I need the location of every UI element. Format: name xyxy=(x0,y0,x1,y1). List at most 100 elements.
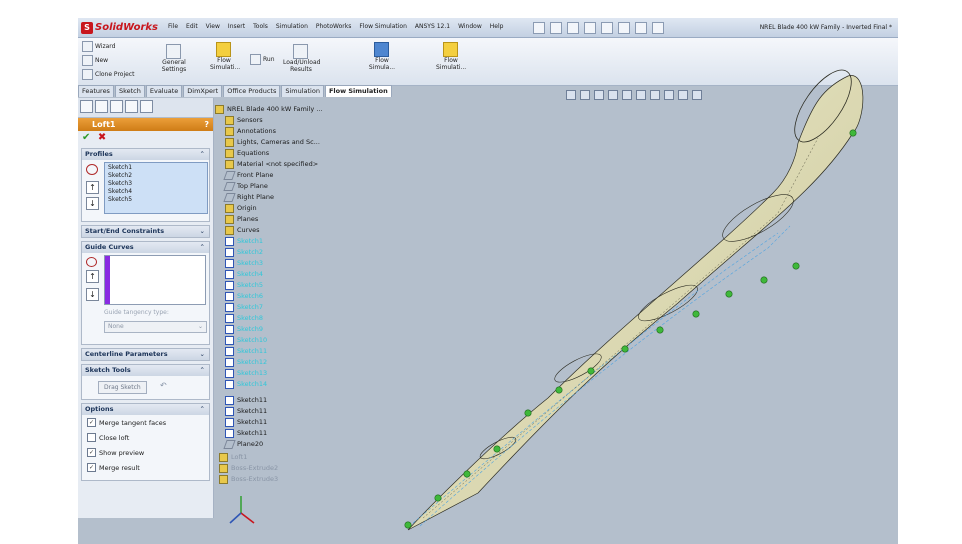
sketch-tools-header[interactable]: Sketch Tools ⌃ xyxy=(82,365,209,376)
tree-sketch[interactable]: Sketch1 xyxy=(225,236,263,246)
display-style-icon[interactable] xyxy=(636,90,646,100)
tree-sketch[interactable]: Sketch5 xyxy=(225,280,263,290)
section-view-icon[interactable] xyxy=(608,90,618,100)
undo-drag-icon[interactable]: ↶ xyxy=(160,381,167,390)
collapse-icon[interactable]: ⌃ xyxy=(200,365,205,376)
move-down-button[interactable]: ↓ xyxy=(86,197,99,210)
tree-feature[interactable]: Boss-Extrude2 xyxy=(219,463,278,473)
cancel-icon[interactable]: ✖ xyxy=(98,132,106,143)
expand-icon[interactable]: ⌄ xyxy=(200,226,205,237)
tree-label: Boss-Extrude3 xyxy=(231,475,279,483)
feature-title: Loft1 xyxy=(92,120,116,129)
expand-icon[interactable]: ⌄ xyxy=(200,349,205,360)
tree-sketch[interactable]: Sketch10 xyxy=(225,335,267,345)
collapse-icon[interactable]: ⌃ xyxy=(200,404,205,415)
tree-sketch[interactable]: Sketch3 xyxy=(225,258,263,268)
scene-icon[interactable] xyxy=(678,90,688,100)
tree-sketch[interactable]: Sketch11 xyxy=(225,417,267,427)
list-item[interactable]: Sketch5 xyxy=(108,196,204,204)
tree-item[interactable]: Curves xyxy=(225,225,260,235)
tree-label: Sketch12 xyxy=(237,358,268,366)
tree-item[interactable]: Sensors xyxy=(225,115,263,125)
plane-icon xyxy=(223,181,236,191)
tree-item[interactable]: Top Plane xyxy=(223,181,268,191)
centerline-header[interactable]: Centerline Parameters ⌄ xyxy=(82,349,209,360)
tree-item[interactable]: Right Plane xyxy=(223,192,274,202)
start-end-header[interactable]: Start/End Constraints ⌄ xyxy=(82,226,209,237)
guide-curves-header[interactable]: Guide Curves ⌃ xyxy=(82,242,209,253)
list-item[interactable]: Sketch2 xyxy=(108,172,204,180)
tree-label: Sketch9 xyxy=(237,325,264,333)
tree-sketch[interactable]: Sketch6 xyxy=(225,291,263,301)
tree-label: Front Plane xyxy=(237,171,274,179)
tree-sketch[interactable]: Sketch2 xyxy=(225,247,263,257)
guide-curves-list[interactable] xyxy=(104,255,206,305)
tree-item[interactable]: Lights, Cameras and Sc... xyxy=(225,137,320,147)
ok-icon[interactable]: ✔ xyxy=(82,132,90,143)
list-item[interactable]: Sketch4 xyxy=(108,188,204,196)
view-orientation-icon[interactable] xyxy=(622,90,632,100)
guide-tangency-label: Guide tangency type: xyxy=(104,309,169,316)
hide-show-icon[interactable] xyxy=(650,90,660,100)
tree-item[interactable]: Front Plane xyxy=(223,170,274,180)
merge-result-checkbox[interactable]: ✓ Merge result xyxy=(87,463,140,472)
move-down-button[interactable]: ↓ xyxy=(86,288,99,301)
list-item[interactable]: Sketch3 xyxy=(108,180,204,188)
options-header[interactable]: Options ⌃ xyxy=(82,404,209,415)
tree-item[interactable]: Planes xyxy=(225,214,258,224)
guide-point xyxy=(555,386,563,394)
tree-item[interactable]: Material <not specified> xyxy=(225,159,318,169)
tree-sketch[interactable]: Sketch11 xyxy=(225,395,267,405)
list-item[interactable]: Sketch1 xyxy=(108,164,204,172)
tree-sketch[interactable]: Sketch9 xyxy=(225,324,263,334)
collapse-icon[interactable]: ⌃ xyxy=(200,242,205,253)
profiles-list[interactable]: Sketch1 Sketch2 Sketch3 Sketch4 Sketch5 xyxy=(104,162,208,214)
tree-sketch[interactable]: Sketch7 xyxy=(225,302,263,312)
collapse-icon[interactable]: ⌃ xyxy=(200,149,205,160)
move-up-button[interactable]: ↑ xyxy=(86,181,99,194)
show-preview-checkbox[interactable]: ✓ Show preview xyxy=(87,448,144,457)
help-icon[interactable]: ? xyxy=(204,118,209,131)
view-settings-icon[interactable] xyxy=(692,90,702,100)
display-manager-icon[interactable] xyxy=(140,100,153,113)
configuration-manager-icon[interactable] xyxy=(110,100,123,113)
tree-item[interactable]: Annotations xyxy=(225,126,276,136)
merge-tangent-faces-checkbox[interactable]: ✓ Merge tangent faces xyxy=(87,418,166,427)
tree-label: Sketch11 xyxy=(237,429,268,437)
tree-item[interactable]: Equations xyxy=(225,148,269,158)
tree-feature[interactable]: Boss-Extrude3 xyxy=(219,474,278,484)
zoom-area-icon[interactable] xyxy=(580,90,590,100)
dimxpert-icon[interactable] xyxy=(125,100,138,113)
edit-appearance-icon[interactable] xyxy=(664,90,674,100)
tree-sketch[interactable]: Sketch11 xyxy=(225,406,267,416)
tree-label: Boss-Extrude2 xyxy=(231,464,279,472)
sketch-icon xyxy=(225,247,234,257)
equations-icon xyxy=(225,148,234,158)
move-up-button[interactable]: ↑ xyxy=(86,270,99,283)
tree-sketch[interactable]: Sketch4 xyxy=(225,269,263,279)
property-manager-icon[interactable] xyxy=(95,100,108,113)
tree-root[interactable]: NREL Blade 400 kW Family ... xyxy=(215,104,323,114)
guide-point xyxy=(404,521,412,529)
section-title: Guide Curves xyxy=(85,243,134,251)
guide-tangency-select[interactable]: None ⌄ xyxy=(104,321,207,333)
tree-sketch[interactable]: Sketch14 xyxy=(225,379,267,389)
previous-view-icon[interactable] xyxy=(594,90,604,100)
zoom-fit-icon[interactable] xyxy=(566,90,576,100)
tree-item[interactable]: Origin xyxy=(225,203,257,213)
tree-label: Sketch3 xyxy=(237,259,264,267)
feature-manager-icon[interactable] xyxy=(80,100,93,113)
tree-item[interactable]: Plane20 xyxy=(223,439,263,449)
tree-sketch[interactable]: Sketch12 xyxy=(225,357,267,367)
tree-sketch[interactable]: Sketch8 xyxy=(225,313,263,323)
panel-toolbar xyxy=(78,98,213,118)
sketch-icon xyxy=(225,236,234,246)
close-loft-checkbox[interactable]: Close loft xyxy=(87,433,129,442)
profiles-header[interactable]: Profiles ⌃ xyxy=(82,149,209,160)
tree-sketch[interactable]: Sketch13 xyxy=(225,368,267,378)
guide-point xyxy=(524,409,532,417)
tree-sketch[interactable]: Sketch11 xyxy=(225,428,267,438)
tree-feature[interactable]: Loft1 xyxy=(219,452,247,462)
tree-sketch[interactable]: Sketch11 xyxy=(225,346,267,356)
drag-sketch-button[interactable]: Drag Sketch xyxy=(98,381,147,394)
